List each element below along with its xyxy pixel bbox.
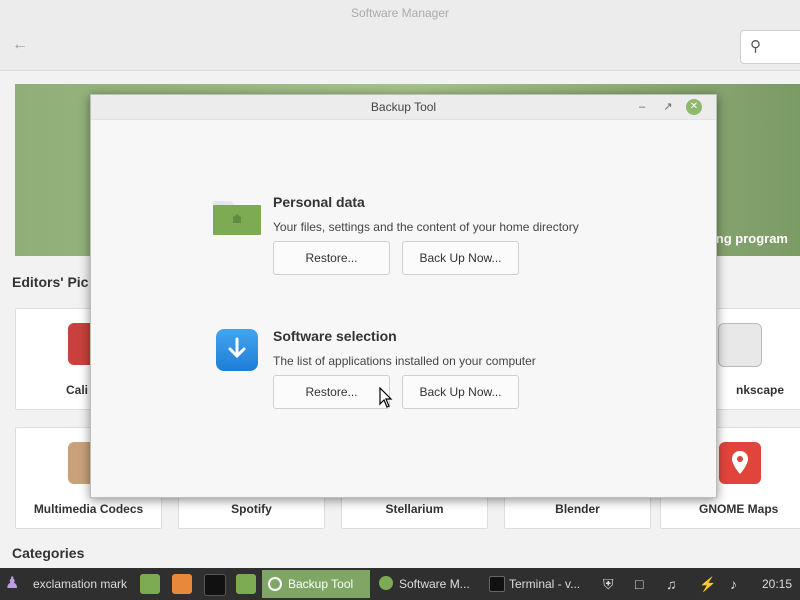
notifications-icon[interactable]: □	[635, 568, 643, 600]
personal-backup-button[interactable]: Back Up Now...	[402, 241, 519, 275]
software-selection-description: The list of applications installed on yo…	[273, 354, 536, 368]
taskbar: ♟ exclamation mark Backup Tool Software …	[0, 568, 800, 600]
personal-data-heading: Personal data	[273, 194, 365, 210]
app-tile-label: nkscape	[736, 383, 785, 397]
app-tile-label: Multimedia Codecs	[33, 502, 144, 516]
software-manager-titlebar: Software Manager	[0, 0, 800, 26]
taskbar-window-software-manager[interactable]: Software M...	[373, 570, 485, 598]
categories-title: Categories	[12, 545, 85, 561]
taskbar-window-terminal[interactable]: Terminal - v...	[483, 570, 613, 598]
close-icon[interactable]: ✕	[686, 99, 702, 115]
inkscape-icon	[718, 323, 762, 367]
banner-text: ng program	[715, 231, 788, 246]
menu-label[interactable]: exclamation mark	[33, 568, 127, 600]
back-arrow-icon[interactable]: ←	[12, 36, 28, 54]
software-selection-heading: Software selection	[273, 328, 397, 344]
app-tile-label: Spotify	[231, 502, 272, 516]
clock[interactable]: 20:15	[762, 568, 792, 600]
dialog-title: Backup Tool	[370, 100, 437, 114]
app-tile-label: GNOME Maps	[699, 502, 779, 516]
app-tile-label: Stellarium	[385, 502, 444, 516]
personal-data-description: Your files, settings and the content of …	[273, 220, 579, 234]
minimize-icon[interactable]: –	[634, 99, 650, 115]
backup-app-icon	[268, 577, 282, 591]
personal-restore-button[interactable]: Restore...	[273, 241, 390, 275]
software-manager-toolbar: ← ⚲	[0, 26, 800, 71]
search-button[interactable]: ⚲	[740, 30, 800, 64]
taskbar-window-label: Terminal - v...	[509, 577, 581, 591]
folder-icon	[213, 201, 261, 235]
software-backup-button[interactable]: Back Up Now...	[402, 375, 519, 409]
terminal-app-icon	[489, 576, 505, 592]
terminal-launcher-icon[interactable]	[204, 574, 226, 596]
maximize-icon[interactable]: ↗	[660, 99, 676, 115]
download-icon	[216, 329, 258, 371]
dialog-titlebar: Backup Tool – ↗ ✕	[91, 95, 716, 120]
menu-icon[interactable]: ♟	[5, 568, 19, 600]
volume-icon[interactable]: ♪	[730, 568, 737, 600]
backup-tool-dialog: Backup Tool – ↗ ✕ Personal data Your fil…	[90, 94, 717, 498]
taskbar-window-label: Backup Tool	[288, 577, 354, 591]
files-launcher-icon[interactable]	[140, 574, 160, 594]
folder-launcher-icon[interactable]	[236, 574, 256, 594]
editors-picks-title: Editors' Pic	[12, 274, 89, 290]
taskbar-window-label: Software M...	[399, 577, 470, 591]
mouse-cursor-icon	[379, 387, 393, 408]
app-tile-label: Blender	[555, 502, 600, 516]
firefox-launcher-icon[interactable]	[172, 574, 192, 594]
bell-icon[interactable]: ♫	[666, 568, 677, 600]
power-icon[interactable]: ⚡	[699, 568, 716, 600]
software-manager-app-icon	[379, 576, 393, 590]
shield-icon[interactable]: ⛨	[603, 568, 614, 600]
map-pin-icon	[719, 442, 761, 484]
taskbar-window-backup-tool[interactable]: Backup Tool	[262, 570, 370, 598]
software-restore-button[interactable]: Restore...	[273, 375, 390, 409]
search-icon: ⚲	[750, 38, 761, 55]
